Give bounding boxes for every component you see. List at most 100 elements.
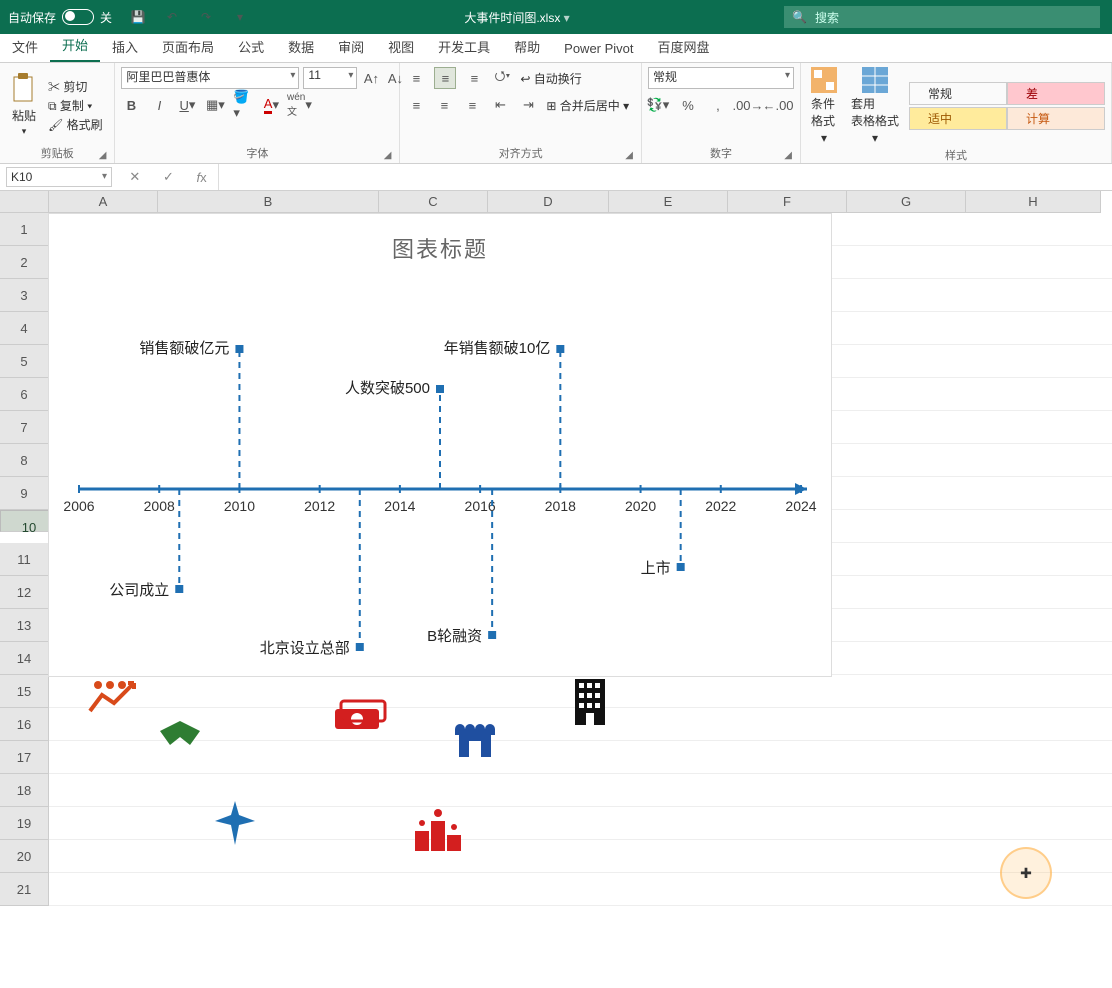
qat-more-icon[interactable]: ▾ — [230, 7, 250, 27]
tab-插入[interactable]: 插入 — [100, 33, 150, 62]
wrap-text-button[interactable]: ↩ 自动换行 — [520, 70, 581, 87]
align-left-icon[interactable]: ≡ — [406, 95, 426, 115]
col-header-B[interactable]: B — [158, 191, 379, 213]
redo-icon[interactable]: ↷ — [196, 7, 216, 27]
row-header-3[interactable]: 3 — [0, 279, 49, 312]
row-header-11[interactable]: 11 — [0, 543, 49, 576]
name-box[interactable]: K10 — [6, 167, 112, 187]
cell-style-calc[interactable]: 计算 — [1007, 107, 1105, 130]
font-name-select[interactable]: 阿里巴巴普惠体 — [121, 67, 299, 89]
tab-公式[interactable]: 公式 — [226, 33, 276, 62]
cut-button[interactable]: ✂ 剪切 — [48, 78, 103, 95]
cancel-formula-icon[interactable]: ✕ — [129, 169, 140, 185]
decrease-decimal-icon[interactable]: ←.00 — [768, 95, 788, 115]
cell-style-bad[interactable]: 差 — [1007, 82, 1105, 105]
align-middle-icon[interactable]: ≡ — [434, 67, 456, 89]
tab-帮助[interactable]: 帮助 — [502, 33, 552, 62]
embedded-chart[interactable]: 图表标题 20062008201020122014201620182020202… — [48, 213, 832, 677]
format-as-table-button[interactable]: 套用 表格格式▾ — [847, 67, 903, 145]
tab-数据[interactable]: 数据 — [276, 33, 326, 62]
building-icon[interactable] — [575, 679, 605, 725]
handshake-icon[interactable] — [160, 721, 200, 745]
select-all-corner[interactable] — [0, 191, 49, 213]
row-header-1[interactable]: 1 — [0, 213, 49, 246]
border-button[interactable]: ▦▾ — [205, 95, 225, 115]
row-header-14[interactable]: 14 — [0, 642, 49, 675]
tab-Power Pivot[interactable]: Power Pivot — [552, 37, 645, 62]
col-header-F[interactable]: F — [728, 191, 847, 213]
format-painter-button[interactable]: 🖌 格式刷 — [48, 116, 103, 133]
row-header-16[interactable]: 16 — [0, 708, 49, 741]
increase-font-icon[interactable]: A↑ — [361, 68, 381, 88]
row-header-21[interactable]: 21 — [0, 873, 49, 906]
tab-开发工具[interactable]: 开发工具 — [426, 33, 502, 62]
conditional-format-button[interactable]: 条件格式▾ — [807, 67, 841, 145]
tab-文件[interactable]: 文件 — [0, 33, 50, 62]
formula-bar[interactable] — [218, 164, 1112, 190]
row-header-20[interactable]: 20 — [0, 840, 49, 873]
search-box[interactable]: 🔍 搜索 — [784, 6, 1100, 28]
italic-button[interactable]: I — [149, 95, 169, 115]
col-header-G[interactable]: G — [847, 191, 966, 213]
font-color-button[interactable]: A▾ — [261, 95, 281, 115]
copy-button[interactable]: ⧉ 复制 ▾ — [48, 97, 103, 114]
tab-审阅[interactable]: 审阅 — [326, 33, 376, 62]
phonetic-button[interactable]: wén文▾ — [289, 95, 309, 115]
col-header-D[interactable]: D — [488, 191, 609, 213]
cash-icon[interactable] — [335, 701, 385, 729]
row-header-17[interactable]: 17 — [0, 741, 49, 774]
storefront-icon[interactable] — [455, 724, 495, 757]
people-growth-icon[interactable] — [90, 681, 134, 711]
row-header-9[interactable]: 9 — [0, 477, 49, 510]
podium-icon[interactable] — [415, 809, 461, 851]
orientation-icon[interactable]: ⭯▾ — [492, 68, 512, 88]
dialog-launcher-icon[interactable]: ◢ — [625, 150, 633, 161]
row-header-18[interactable]: 18 — [0, 774, 49, 807]
insert-function-icon[interactable]: fx — [197, 170, 207, 185]
airplane-icon[interactable] — [215, 801, 255, 845]
paste-button[interactable]: 粘贴▾ — [6, 73, 42, 137]
autosave-toggle[interactable]: 自动保存 关 — [8, 9, 112, 26]
row-header-4[interactable]: 4 — [0, 312, 49, 345]
undo-icon[interactable]: ↶ — [162, 7, 182, 27]
merge-center-button[interactable]: ⊞ 合并后居中 ▾ — [546, 97, 629, 114]
tab-百度网盘[interactable]: 百度网盘 — [646, 33, 722, 62]
tab-开始[interactable]: 开始 — [50, 31, 100, 62]
fill-color-button[interactable]: 🪣▾ — [233, 95, 253, 115]
increase-decimal-icon[interactable]: .00→ — [738, 95, 758, 115]
row-header-5[interactable]: 5 — [0, 345, 49, 378]
col-header-C[interactable]: C — [379, 191, 488, 213]
worksheet-grid[interactable]: ABCDEFGH 1234567891011121314151617181920… — [0, 191, 1112, 906]
align-right-icon[interactable]: ≡ — [462, 95, 482, 115]
cell-style-normal[interactable]: 常规 — [909, 82, 1007, 105]
align-top-icon[interactable]: ≡ — [406, 68, 426, 88]
accounting-format-icon[interactable]: 💱▾ — [648, 95, 668, 115]
row-header-15[interactable]: 15 — [0, 675, 49, 708]
dialog-launcher-icon[interactable]: ◢ — [384, 150, 392, 161]
dialog-launcher-icon[interactable]: ◢ — [784, 150, 792, 161]
save-icon[interactable]: 💾 — [128, 7, 148, 27]
row-header-8[interactable]: 8 — [0, 444, 49, 477]
increase-indent-icon[interactable]: ⇥ — [518, 95, 538, 115]
align-bottom-icon[interactable]: ≡ — [464, 68, 484, 88]
bold-button[interactable]: B — [121, 95, 141, 115]
row-header-19[interactable]: 19 — [0, 807, 49, 840]
enter-formula-icon[interactable]: ✓ — [163, 169, 174, 185]
row-header-13[interactable]: 13 — [0, 609, 49, 642]
tab-视图[interactable]: 视图 — [376, 33, 426, 62]
percent-format-icon[interactable]: % — [678, 95, 698, 115]
row-header-7[interactable]: 7 — [0, 411, 49, 444]
col-header-A[interactable]: A — [49, 191, 158, 213]
row-header-2[interactable]: 2 — [0, 246, 49, 279]
comma-format-icon[interactable]: , — [708, 95, 728, 115]
tab-页面布局[interactable]: 页面布局 — [150, 33, 226, 62]
number-format-select[interactable]: 常规 — [648, 67, 794, 89]
underline-button[interactable]: U▾ — [177, 95, 197, 115]
cell-style-neutral[interactable]: 适中 — [909, 107, 1007, 130]
font-size-select[interactable]: 11 — [303, 67, 357, 89]
toggle-pill[interactable] — [62, 9, 94, 25]
row-header-12[interactable]: 12 — [0, 576, 49, 609]
decrease-indent-icon[interactable]: ⇤ — [490, 95, 510, 115]
row-header-6[interactable]: 6 — [0, 378, 49, 411]
align-center-icon[interactable]: ≡ — [434, 95, 454, 115]
